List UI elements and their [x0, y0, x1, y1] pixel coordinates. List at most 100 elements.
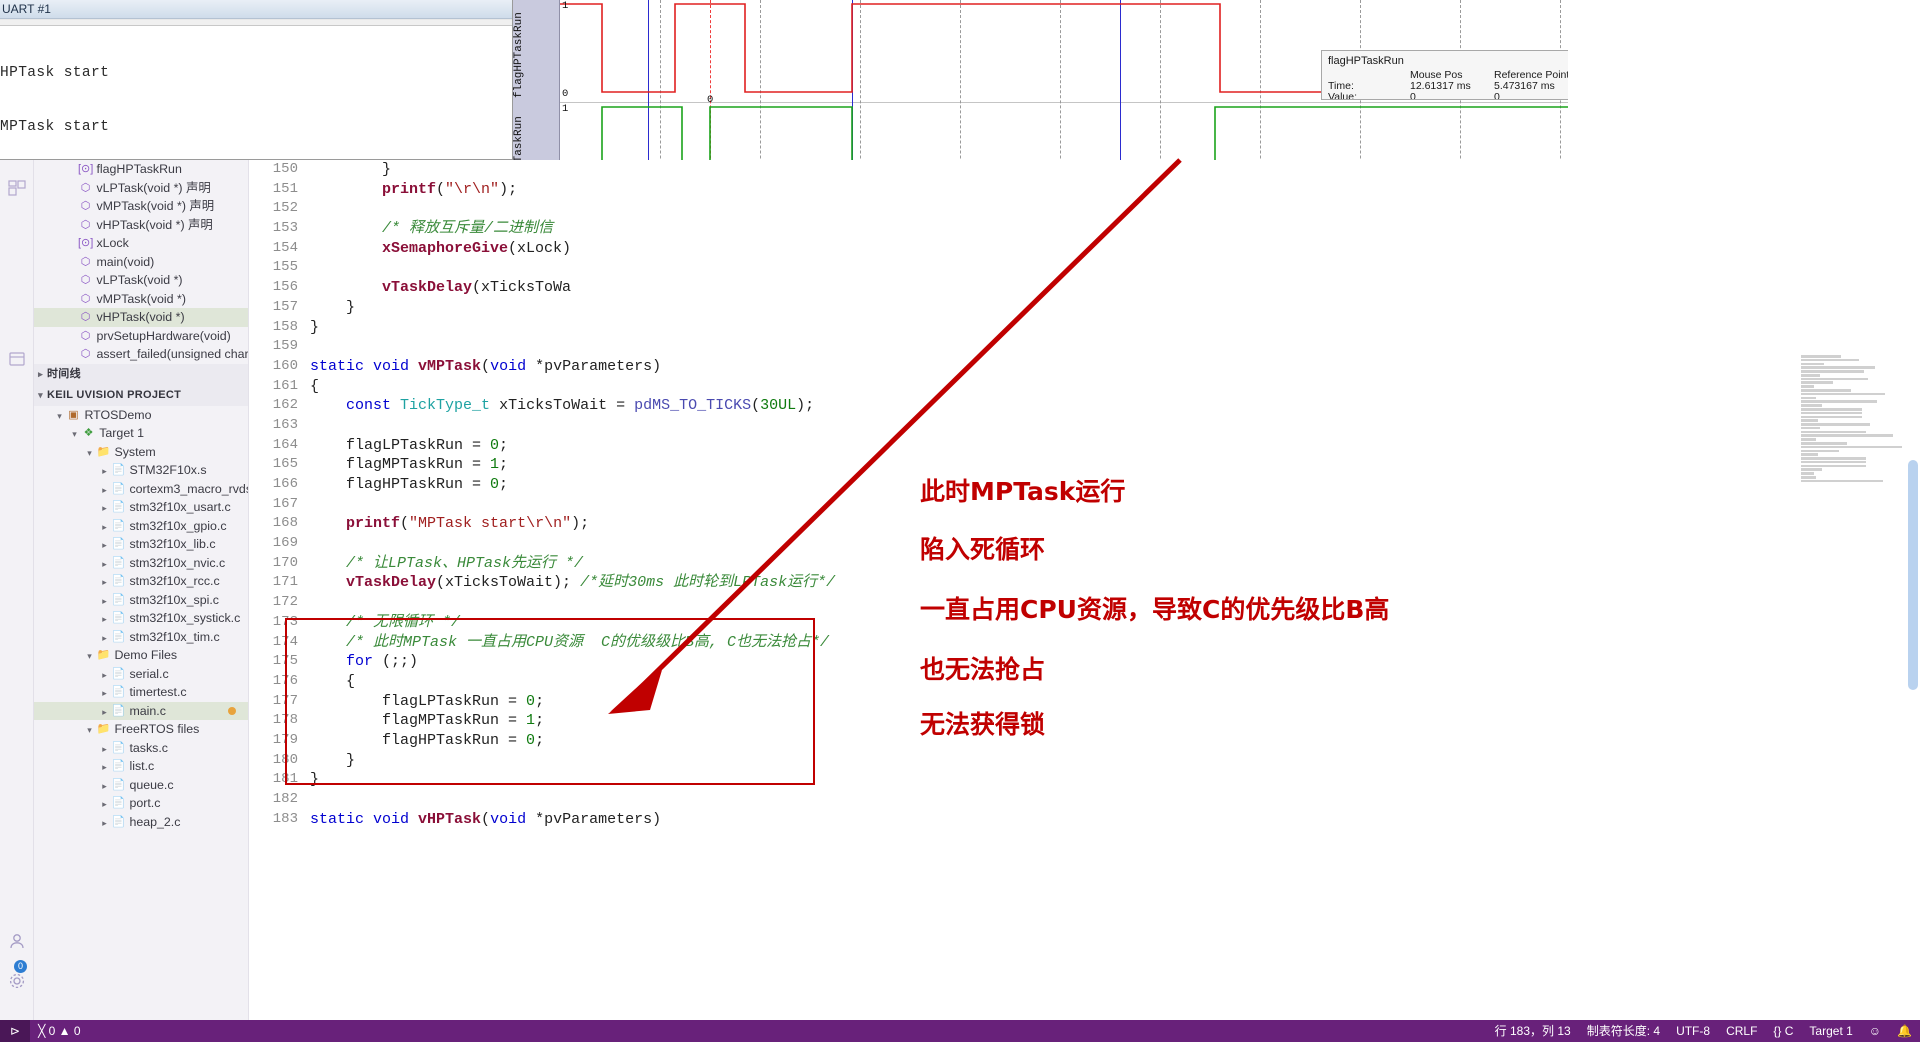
chevron-right-icon[interactable]: ▸	[98, 758, 111, 777]
tree-item[interactable]: ▸ 📄 stm32f10x_gpio.c	[34, 517, 248, 536]
tree-item[interactable]: ▸ 📄 stm32f10x_spi.c	[34, 591, 248, 610]
eol-sequence[interactable]: CRLF	[1718, 1020, 1765, 1042]
chevron-right-icon[interactable]: ▸	[98, 814, 111, 833]
chevron-right-icon[interactable]: ▸	[98, 592, 111, 611]
uart-output[interactable]: HPTask start MPTask start LPTask start L…	[0, 26, 512, 159]
gear-icon[interactable]	[8, 972, 26, 990]
sidebar[interactable]: [⊙] flagHPTaskRun ⬡ vLPTask(void *) 声明 ⬡ v…	[34, 160, 249, 1020]
tooltip-value: 0	[1494, 91, 1500, 100]
language-mode[interactable]: {} C	[1765, 1020, 1801, 1042]
tree-item[interactable]: ▾ 📁 Demo Files	[34, 646, 248, 665]
chevron-right-icon[interactable]: ▸	[98, 666, 111, 685]
problems-indicator[interactable]: ╳ 0 ▲ 0	[30, 1020, 89, 1042]
tree-item-label: stm32f10x_gpio.c	[126, 518, 227, 533]
tree-item[interactable]: ▸ 📄 STM32F10x.s	[34, 461, 248, 480]
outline-item[interactable]: ⬡ vMPTask(void *) 声明	[34, 197, 248, 216]
tree-item[interactable]: ▸ 📄 heap_2.c	[34, 813, 248, 832]
bell-icon[interactable]: 🔔	[1889, 1020, 1920, 1042]
tree-item[interactable]: ▾ ❖ Target 1	[34, 424, 248, 443]
outline-item[interactable]: [⊙] xLock	[34, 234, 248, 253]
code-token: }	[310, 298, 356, 316]
outline-item[interactable]: ⬡ assert_failed(unsigned char *, unsi...	[34, 345, 248, 364]
chevron-down-icon[interactable]: ▾	[83, 647, 96, 666]
outline-item[interactable]: ⬡ vLPTask(void *)	[34, 271, 248, 290]
tree-item[interactable]: ▾ 📁 FreeRTOS files	[34, 720, 248, 739]
keil-target[interactable]: Target 1	[1801, 1020, 1860, 1042]
chevron-right-icon[interactable]: ▸	[98, 795, 111, 814]
tree-item-label: Demo Files	[111, 648, 178, 662]
tooltip-signal-name: flagHPTaskRun	[1328, 55, 1404, 67]
app-root: UART #1 HPTask start MPTask start LPTask…	[0, 0, 1920, 1042]
tree-item-label: tasks.c	[126, 740, 168, 755]
chevron-right-icon[interactable]: ▸	[98, 499, 111, 518]
chevron-down-icon[interactable]: ▾	[83, 721, 96, 740]
tree-item[interactable]: ▸ 📄 stm32f10x_usart.c	[34, 498, 248, 517]
tree-item-label: Target 1	[96, 426, 144, 440]
tree-item[interactable]: ▸ 📄 timertest.c	[34, 683, 248, 702]
activity-bar[interactable]: 0	[0, 160, 34, 1020]
chevron-right-icon[interactable]: ▸	[98, 518, 111, 537]
outline-item[interactable]: ⬡ vLPTask(void *) 声明	[34, 179, 248, 198]
line-number: 165	[272, 456, 298, 473]
chevron-right-icon[interactable]: ▸	[98, 610, 111, 629]
project-tree[interactable]: ▾ ▣ RTOSDemo ▾ ❖ Target 1 ▾ 📁 System ▸ 📄 STM32F…	[34, 406, 248, 832]
tree-item[interactable]: ▸ 📄 tasks.c	[34, 739, 248, 758]
tree-item[interactable]: ▸ 📄 stm32f10x_systick.c	[34, 609, 248, 628]
cursor-position[interactable]: 行 183，列 13	[1487, 1020, 1579, 1042]
section-timeline[interactable]: ▸ 时间线	[34, 363, 248, 385]
tree-item[interactable]: ▸ 📄 stm32f10x_nvic.c	[34, 554, 248, 573]
section-keil-project[interactable]: ▾ KEIL UVISION PROJECT	[34, 384, 248, 406]
chevron-right-icon[interactable]: ▸	[98, 777, 111, 796]
tree-item[interactable]: ▸ 📄 port.c	[34, 794, 248, 813]
extensions-icon[interactable]	[8, 180, 26, 198]
tree-item-label: stm32f10x_nvic.c	[126, 555, 226, 570]
chevron-down-icon: ▾	[38, 389, 43, 400]
code-line[interactable]: static void vHPTask(void *pvParameters)	[306, 810, 1920, 830]
keil-project-icon[interactable]	[8, 350, 26, 368]
indentation[interactable]: 制表符长度: 4	[1579, 1020, 1668, 1042]
encoding[interactable]: UTF-8	[1668, 1020, 1718, 1042]
error-count: 0	[48, 1024, 56, 1038]
tooltip-value: 12.61317 ms	[1410, 80, 1471, 92]
chevron-right-icon[interactable]: ▸	[98, 573, 111, 592]
uart-terminal-window[interactable]: UART #1 HPTask start MPTask start LPTask…	[0, 0, 513, 160]
chevron-right-icon[interactable]: ▸	[98, 481, 111, 500]
outline-item[interactable]: ⬡ vMPTask(void *)	[34, 290, 248, 309]
chevron-right-icon[interactable]: ▸	[98, 684, 111, 703]
outline-item[interactable]: ⬡ vHPTask(void *) 声明	[34, 216, 248, 235]
minimap[interactable]	[1801, 355, 1906, 570]
chevron-down-icon[interactable]: ▾	[83, 444, 96, 463]
tree-item[interactable]: ▸ 📄 stm32f10x_rcc.c	[34, 572, 248, 591]
editor-vertical-scrollbar[interactable]	[1908, 460, 1918, 690]
accounts-icon[interactable]	[8, 932, 26, 950]
status-bar[interactable]: ⊳ ╳ 0 ▲ 0 行 183，列 13 制表符长度: 4 UTF-8 CRLF…	[0, 1020, 1920, 1042]
chevron-right-icon[interactable]: ▸	[98, 555, 111, 574]
tree-item[interactable]: ▸ 📄 main.c	[34, 701, 248, 722]
chevron-right-icon[interactable]: ▸	[98, 629, 111, 648]
chevron-right-icon[interactable]: ▸	[98, 740, 111, 759]
outline-item[interactable]: ⬡ main(void)	[34, 253, 248, 272]
tree-item[interactable]: ▸ 📄 list.c	[34, 757, 248, 776]
tree-item[interactable]: ▸ 📄 queue.c	[34, 776, 248, 795]
field-icon: [⊙]	[78, 163, 94, 176]
outline-item[interactable]: ⬡ prvSetupHardware(void)	[34, 327, 248, 346]
outline-item[interactable]: ⬡ vHPTask(void *)	[34, 308, 248, 327]
chevron-right-icon[interactable]: ▸	[98, 462, 111, 481]
tree-item[interactable]: ▸ 📄 cortexm3_macro_rvds.s	[34, 480, 248, 499]
chevron-down-icon[interactable]: ▾	[53, 407, 66, 426]
tree-item[interactable]: ▾ 📁 System	[34, 443, 248, 462]
remote-connection-icon[interactable]: ⊳	[0, 1020, 31, 1042]
chevron-right-icon[interactable]: ▸	[98, 703, 111, 722]
chevron-right-icon[interactable]: ▸	[98, 536, 111, 555]
code-line[interactable]	[306, 790, 1920, 810]
feedback-icon[interactable]: ☺	[1861, 1020, 1889, 1042]
outline-list[interactable]: [⊙] flagHPTaskRun ⬡ vLPTask(void *) 声明 ⬡ v…	[34, 160, 248, 364]
tree-item[interactable]: ▸ 📄 serial.c	[34, 665, 248, 684]
folder-icon: 📁	[96, 723, 111, 736]
outline-item[interactable]: [⊙] flagHPTaskRun	[34, 160, 248, 179]
tree-item[interactable]: ▸ 📄 stm32f10x_tim.c	[34, 628, 248, 647]
tree-item[interactable]: ▾ ▣ RTOSDemo	[34, 406, 248, 425]
chevron-down-icon[interactable]: ▾	[68, 425, 81, 444]
tree-item[interactable]: ▸ 📄 stm32f10x_lib.c	[34, 535, 248, 554]
